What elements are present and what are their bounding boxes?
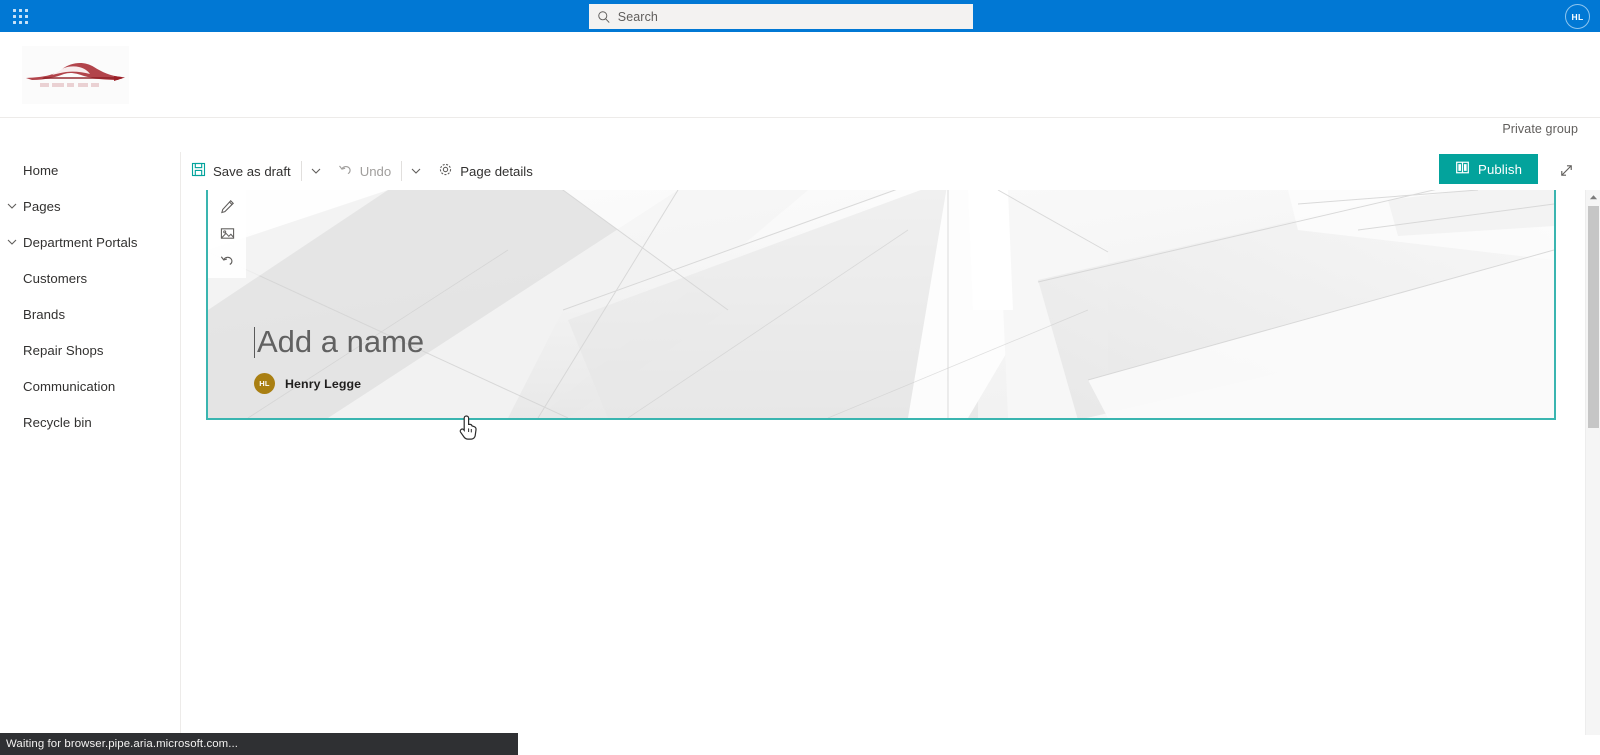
- scrollbar-thumb[interactable]: [1588, 206, 1599, 428]
- waffle-icon: [12, 8, 28, 24]
- publish-icon: [1455, 160, 1470, 178]
- sidebar-item-recycle-bin[interactable]: Recycle bin: [0, 404, 180, 440]
- sidebar-item-communication[interactable]: Communication: [0, 368, 180, 404]
- vertical-scrollbar[interactable]: [1585, 190, 1600, 735]
- sidebar-item-label: Department Portals: [23, 234, 138, 250]
- page-title-placeholder: Add a name: [257, 324, 425, 359]
- text-caret: [254, 326, 255, 358]
- page-canvas: Add a name HL Henry Legge: [182, 190, 1600, 735]
- chevron-down-icon[interactable]: [2, 188, 22, 224]
- chevron-down-icon: [311, 168, 321, 174]
- sidebar-item-customers[interactable]: Customers: [0, 260, 180, 296]
- full-screen-button[interactable]: [1552, 156, 1580, 184]
- publish-button[interactable]: Publish: [1439, 154, 1538, 184]
- mouse-cursor: [457, 414, 479, 445]
- save-icon: [191, 162, 206, 180]
- status-text: Waiting for browser.pipe.aria.microsoft.…: [6, 738, 239, 750]
- sidebar-item-repair-shops[interactable]: Repair Shops: [0, 332, 180, 368]
- reset-icon[interactable]: [212, 247, 242, 274]
- author-name: Henry Legge: [285, 376, 362, 391]
- page-details-label: Page details: [460, 163, 533, 179]
- sidebar-item-brands[interactable]: Brands: [0, 296, 180, 332]
- car-logo-icon: [26, 63, 125, 87]
- divider: [300, 161, 302, 181]
- chevron-down-icon: [411, 168, 421, 174]
- author-avatar: HL: [254, 373, 275, 394]
- sidebar-item-department-portals[interactable]: Department Portals: [0, 224, 180, 260]
- site-logo[interactable]: [22, 46, 129, 104]
- search-icon: [597, 10, 618, 24]
- left-navigation: Home Pages Department Portals Customers …: [0, 152, 181, 755]
- search-input[interactable]: [617, 9, 965, 24]
- sidebar-item-label: Communication: [23, 378, 116, 394]
- browser-status-bar: Waiting for browser.pipe.aria.microsoft.…: [0, 733, 518, 755]
- undo-icon: [338, 162, 353, 180]
- suite-bar: HL: [0, 0, 1600, 32]
- save-as-draft-button[interactable]: Save as draft: [182, 152, 300, 190]
- sidebar-item-label: Brands: [23, 306, 66, 322]
- save-options-caret[interactable]: [303, 152, 329, 190]
- undo-label: Undo: [359, 163, 392, 179]
- hero-web-part-toolbar: [208, 190, 246, 278]
- command-bar: Save as draft Undo Page details: [182, 152, 1600, 190]
- save-as-draft-label: Save as draft: [213, 163, 291, 179]
- search-box[interactable]: [589, 4, 973, 29]
- divider: [401, 161, 403, 181]
- scroll-up-arrow-icon[interactable]: [1586, 190, 1600, 205]
- sidebar-item-home[interactable]: Home: [0, 152, 180, 188]
- app-launcher-button[interactable]: [0, 0, 40, 32]
- privacy-label: Private group: [1502, 122, 1578, 136]
- sidebar-item-pages[interactable]: Pages: [0, 188, 180, 224]
- publish-label: Publish: [1478, 161, 1522, 177]
- page-author: HL Henry Legge: [254, 373, 424, 394]
- undo-options-caret[interactable]: [403, 152, 429, 190]
- sidebar-item-label: Customers: [23, 270, 88, 286]
- site-header: [0, 32, 1600, 118]
- page-title-input[interactable]: Add a name: [254, 323, 424, 361]
- expand-diagonal-icon: [1560, 164, 1572, 176]
- undo-button[interactable]: Undo: [329, 152, 401, 190]
- gear-icon: [438, 162, 453, 180]
- chevron-down-icon[interactable]: [2, 224, 22, 260]
- sidebar-item-label: Pages: [23, 198, 61, 214]
- hero-web-part[interactable]: Add a name HL Henry Legge: [206, 190, 1556, 420]
- change-image-icon[interactable]: [212, 220, 242, 247]
- sidebar-item-label: Repair Shops: [23, 342, 104, 358]
- hero-text-block: Add a name HL Henry Legge: [254, 323, 424, 394]
- sidebar-item-label: Recycle bin: [23, 414, 92, 430]
- pencil-icon[interactable]: [212, 193, 242, 220]
- page-details-button[interactable]: Page details: [429, 152, 542, 190]
- sidebar-item-label: Home: [23, 162, 59, 178]
- avatar[interactable]: HL: [1565, 4, 1590, 29]
